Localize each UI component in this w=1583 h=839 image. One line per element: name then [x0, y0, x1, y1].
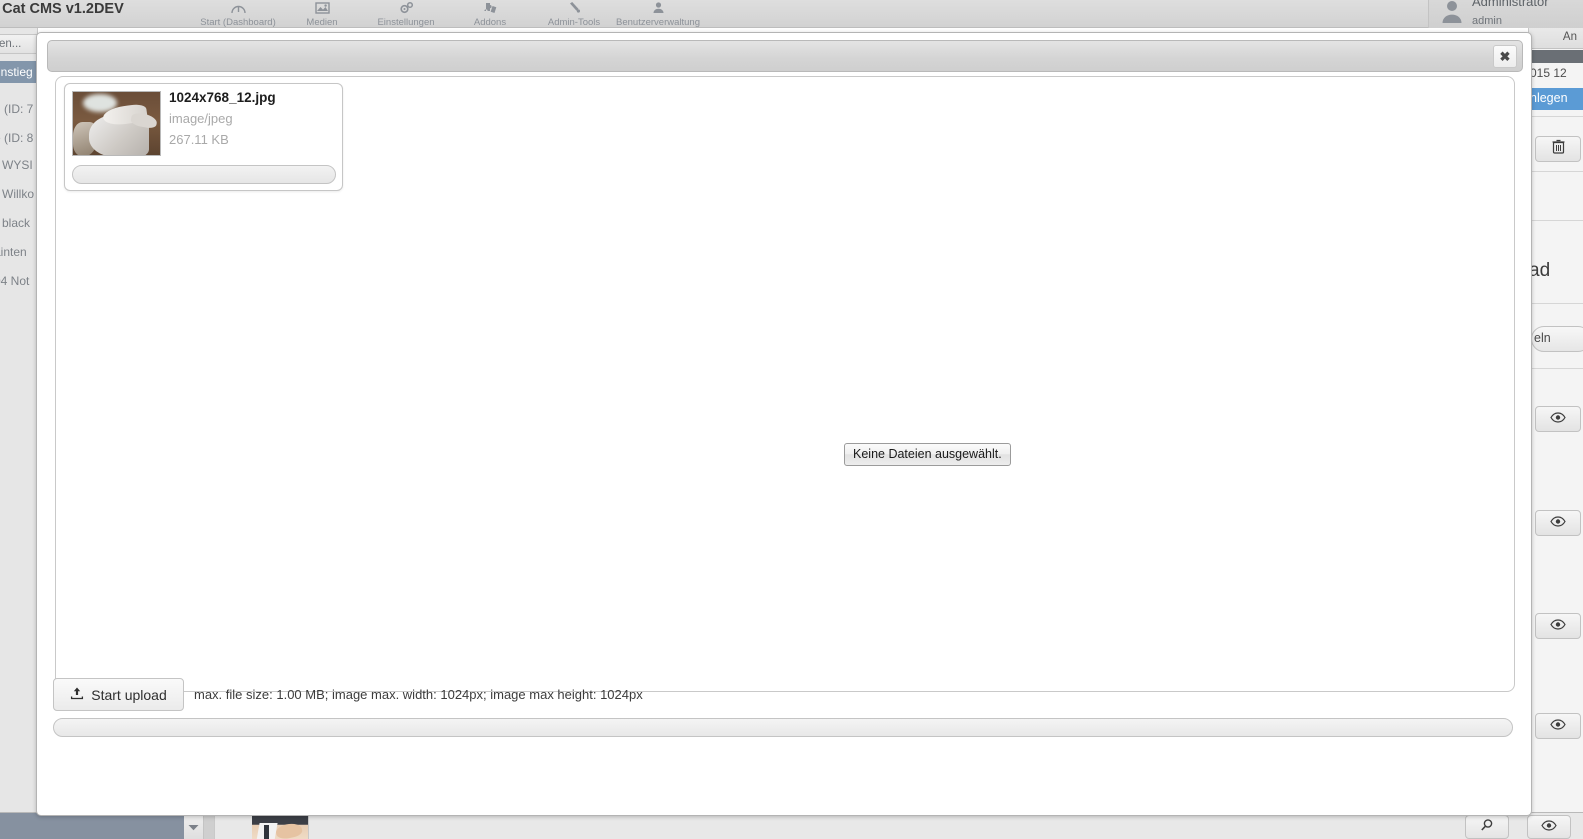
bg-left-item-5[interactable]: Willko	[0, 187, 34, 201]
user-login: admin	[1472, 15, 1502, 27]
user-group-icon	[650, 0, 667, 16]
bottom-bar-cell	[308, 813, 1428, 839]
bottom-bar-preview-button[interactable]	[1527, 815, 1571, 839]
gears-icon	[398, 0, 415, 16]
file-name: 1024x768_12.jpg	[169, 90, 276, 105]
bg-right-delete-button[interactable]	[1535, 136, 1581, 162]
wrench-icon	[566, 0, 583, 16]
global-progress-bar	[53, 718, 1513, 737]
nav-item-addons[interactable]: Addons	[448, 0, 532, 28]
upload-file-card: 1024x768_12.jpg image/jpeg 267.11 KB	[64, 83, 343, 191]
bg-left-item-4[interactable]: WYSI	[0, 158, 33, 172]
eye-icon	[1550, 410, 1566, 428]
bottom-bar-dropdown-button[interactable]	[184, 813, 204, 839]
eye-icon	[1541, 818, 1557, 836]
bottom-bar-thumbnail	[252, 815, 308, 839]
nav-label: Benutzerverwaltung	[616, 17, 700, 28]
nav-item-benutzerverwaltung[interactable]: Benutzerverwaltung	[616, 0, 700, 28]
bg-right-preview-button-3[interactable]	[1535, 613, 1581, 639]
app-title: k Cat CMS v1.2DEV	[0, 1, 124, 17]
nav-label: Medien	[306, 17, 337, 28]
bg-left-item-3[interactable]: e (ID: 8	[0, 131, 33, 145]
bg-right-preview-button-2[interactable]	[1535, 510, 1581, 536]
bg-right-dark-bar	[1528, 50, 1583, 63]
eye-icon	[1550, 617, 1566, 635]
bottom-bar-cell	[214, 813, 252, 839]
bg-right-divider	[1528, 368, 1583, 369]
upload-modal: ✖ 1024x768_12.jpg image/jpeg 267.11 KB K…	[36, 32, 1532, 816]
bg-right-divider	[1528, 116, 1583, 117]
bg-left-item-2[interactable]: n (ID: 7	[0, 102, 33, 116]
bg-left-item-1[interactable]: instieg	[0, 61, 38, 83]
bg-left-item-8[interactable]: 04 Not	[0, 274, 29, 288]
search-icon	[1480, 818, 1494, 837]
start-upload-button[interactable]: Start upload	[53, 678, 184, 711]
upload-icon	[70, 686, 84, 703]
bottom-bar-spacer	[204, 813, 214, 839]
bg-left-item-0[interactable]: en...	[0, 34, 38, 54]
eye-icon	[1550, 717, 1566, 735]
nav-label: Start (Dashboard)	[200, 17, 276, 28]
background-left-panel: en... instieg n (ID: 7 e (ID: 8 WYSI Wil…	[0, 28, 38, 839]
file-mime-type: image/jpeg	[169, 111, 233, 126]
file-size: 267.11 KB	[169, 132, 229, 147]
nav-item-einstellungen[interactable]: Einstellungen	[364, 0, 448, 28]
bg-right-preview-button-4[interactable]	[1535, 713, 1581, 739]
upload-dropzone[interactable]: 1024x768_12.jpg image/jpeg 267.11 KB Kei…	[55, 76, 1515, 692]
upload-limits-text: max. file size: 1.00 MB; image max. widt…	[194, 687, 643, 702]
nav-label: Addons	[474, 17, 506, 28]
bg-left-item-7[interactable]: ainten	[0, 245, 27, 259]
close-icon[interactable]: ✖	[1493, 45, 1517, 68]
gauge-icon	[230, 0, 247, 16]
bg-right-create-button[interactable]: nlegen	[1528, 88, 1583, 110]
modal-titlebar: ✖	[47, 40, 1523, 72]
puzzle-icon	[482, 0, 499, 16]
start-upload-label: Start upload	[91, 687, 167, 703]
nav-item-dashboard[interactable]: Start (Dashboard)	[196, 0, 280, 28]
bg-right-divider	[1528, 171, 1583, 172]
user-name: Administrator	[1472, 0, 1549, 9]
trash-icon	[1552, 139, 1565, 159]
bg-right-divider	[1528, 220, 1583, 221]
bg-right-upload-label: ad	[1528, 260, 1583, 282]
background-bottom-bar	[0, 812, 1583, 839]
bg-right-pill-button[interactable]: eln	[1531, 326, 1583, 352]
nav-label: Einstellungen	[377, 17, 434, 28]
nav-item-admin-tools[interactable]: Admin-Tools	[532, 0, 616, 28]
eye-icon	[1550, 514, 1566, 532]
file-select-button[interactable]: Keine Dateien ausgewählt.	[844, 443, 1011, 466]
nav-item-medien[interactable]: Medien	[280, 0, 364, 28]
bottom-bar-dark-segment	[0, 813, 184, 839]
bg-right-date: 015 12	[1528, 66, 1583, 80]
main-navigation: Start (Dashboard) Medien Einstellungen A…	[196, 0, 700, 28]
bottom-bar-search-button[interactable]	[1465, 815, 1509, 839]
file-progress-bar	[72, 165, 336, 184]
bg-right-column-header: An	[1528, 28, 1583, 49]
file-thumbnail	[72, 91, 161, 156]
user-avatar-icon	[1439, 0, 1465, 24]
nav-label: Admin-Tools	[548, 17, 600, 28]
bg-right-divider	[1528, 303, 1583, 304]
app-header: k Cat CMS v1.2DEV Start (Dashboard) Medi…	[0, 0, 1583, 28]
bg-left-item-6[interactable]: black	[0, 216, 30, 230]
chevron-down-icon	[188, 818, 199, 836]
background-right-panel: An 015 12 nlegen ad eln	[1528, 28, 1583, 839]
bg-right-preview-button-1[interactable]	[1535, 406, 1581, 432]
user-menu[interactable]: Administrator admin	[1428, 0, 1583, 28]
image-icon	[314, 0, 331, 16]
